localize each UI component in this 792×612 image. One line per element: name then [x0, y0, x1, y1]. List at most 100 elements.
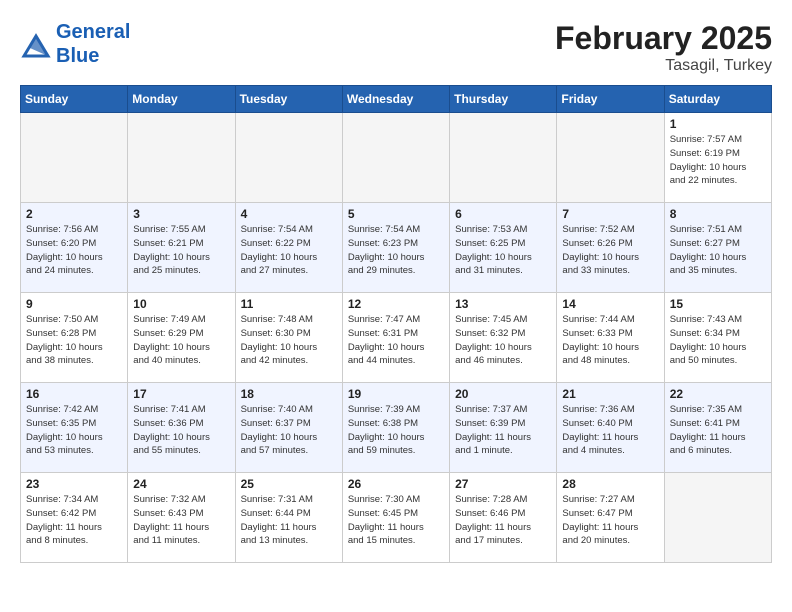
calendar-cell: 12 Sunrise: 7:47 AM Sunset: 6:31 PM Dayli…: [342, 293, 449, 383]
calendar-cell: 11 Sunrise: 7:48 AM Sunset: 6:30 PM Dayli…: [235, 293, 342, 383]
day-number: 27: [455, 477, 551, 491]
calendar-cell: [557, 113, 664, 203]
logo: General Blue: [20, 20, 130, 68]
day-info: Sunrise: 7:48 AM Sunset: 6:30 PM Dayligh…: [241, 313, 337, 368]
day-info: Sunrise: 7:54 AM Sunset: 6:23 PM Dayligh…: [348, 223, 444, 278]
calendar-cell: 28Sunrise: 7:27 AM Sunset: 6:47 PM Dayli…: [557, 473, 664, 563]
calendar-cell: 14 Sunrise: 7:44 AM Sunset: 6:33 PM Dayli…: [557, 293, 664, 383]
day-number: 16: [26, 387, 122, 401]
day-number: 4: [241, 207, 337, 221]
calendar-cell: [21, 113, 128, 203]
day-number: 1: [670, 117, 766, 131]
calendar-table: SundayMondayTuesdayWednesdayThursdayFrid…: [20, 85, 772, 563]
weekday-header: Sunday: [21, 86, 128, 113]
day-number: 17: [133, 387, 229, 401]
day-number: 18: [241, 387, 337, 401]
calendar-cell: [128, 113, 235, 203]
weekday-header: Thursday: [450, 86, 557, 113]
title-block: February 2025 Tasagil, Turkey: [555, 20, 772, 75]
day-number: 15: [670, 297, 766, 311]
weekday-row: SundayMondayTuesdayWednesdayThursdayFrid…: [21, 86, 772, 113]
day-info: Sunrise: 7:28 AM Sunset: 6:46 PM Dayligh…: [455, 493, 551, 548]
day-info: Sunrise: 7:39 AM Sunset: 6:38 PM Dayligh…: [348, 403, 444, 458]
day-info: Sunrise: 7:42 AM Sunset: 6:35 PM Dayligh…: [26, 403, 122, 458]
day-number: 5: [348, 207, 444, 221]
day-number: 25: [241, 477, 337, 491]
day-info: Sunrise: 7:35 AM Sunset: 6:41 PM Dayligh…: [670, 403, 766, 458]
day-info: Sunrise: 7:47 AM Sunset: 6:31 PM Dayligh…: [348, 313, 444, 368]
calendar-cell: 20 Sunrise: 7:37 AM Sunset: 6:39 PM Dayli…: [450, 383, 557, 473]
calendar-cell: 8 Sunrise: 7:51 AM Sunset: 6:27 PM Daylig…: [664, 203, 771, 293]
calendar-cell: 22 Sunrise: 7:35 AM Sunset: 6:41 PM Dayli…: [664, 383, 771, 473]
day-info: Sunrise: 7:49 AM Sunset: 6:29 PM Dayligh…: [133, 313, 229, 368]
calendar-week-row: 16 Sunrise: 7:42 AM Sunset: 6:35 PM Dayli…: [21, 383, 772, 473]
day-number: 20: [455, 387, 551, 401]
day-number: 14: [562, 297, 658, 311]
calendar-cell: 5 Sunrise: 7:54 AM Sunset: 6:23 PM Daylig…: [342, 203, 449, 293]
day-number: 10: [133, 297, 229, 311]
month-title: February 2025: [555, 20, 772, 57]
day-info: Sunrise: 7:45 AM Sunset: 6:32 PM Dayligh…: [455, 313, 551, 368]
weekday-header: Friday: [557, 86, 664, 113]
day-number: 19: [348, 387, 444, 401]
day-info: Sunrise: 7:54 AM Sunset: 6:22 PM Dayligh…: [241, 223, 337, 278]
logo-line1: General: [56, 20, 130, 44]
day-info: Sunrise: 7:56 AM Sunset: 6:20 PM Dayligh…: [26, 223, 122, 278]
calendar-cell: 3 Sunrise: 7:55 AM Sunset: 6:21 PM Daylig…: [128, 203, 235, 293]
day-info: Sunrise: 7:41 AM Sunset: 6:36 PM Dayligh…: [133, 403, 229, 458]
day-number: 7: [562, 207, 658, 221]
logo-icon: [20, 28, 52, 60]
weekday-header: Wednesday: [342, 86, 449, 113]
day-number: 12: [348, 297, 444, 311]
calendar-cell: 19 Sunrise: 7:39 AM Sunset: 6:38 PM Dayli…: [342, 383, 449, 473]
day-number: 3: [133, 207, 229, 221]
day-info: Sunrise: 7:34 AM Sunset: 6:42 PM Dayligh…: [26, 493, 122, 548]
day-number: 13: [455, 297, 551, 311]
calendar-cell: 6 Sunrise: 7:53 AM Sunset: 6:25 PM Daylig…: [450, 203, 557, 293]
location: Tasagil, Turkey: [555, 57, 772, 75]
calendar-week-row: 9Sunrise: 7:50 AM Sunset: 6:28 PM Daylig…: [21, 293, 772, 383]
calendar-cell: 27 Sunrise: 7:28 AM Sunset: 6:46 PM Dayli…: [450, 473, 557, 563]
day-info: Sunrise: 7:32 AM Sunset: 6:43 PM Dayligh…: [133, 493, 229, 548]
day-info: Sunrise: 7:52 AM Sunset: 6:26 PM Dayligh…: [562, 223, 658, 278]
day-info: Sunrise: 7:55 AM Sunset: 6:21 PM Dayligh…: [133, 223, 229, 278]
calendar-body: 1 Sunrise: 7:57 AM Sunset: 6:19 PM Daylig…: [21, 113, 772, 563]
day-info: Sunrise: 7:51 AM Sunset: 6:27 PM Dayligh…: [670, 223, 766, 278]
calendar-cell: 21 Sunrise: 7:36 AM Sunset: 6:40 PM Dayli…: [557, 383, 664, 473]
calendar-cell: [235, 113, 342, 203]
calendar-cell: [664, 473, 771, 563]
calendar-cell: 1 Sunrise: 7:57 AM Sunset: 6:19 PM Daylig…: [664, 113, 771, 203]
day-info: Sunrise: 7:31 AM Sunset: 6:44 PM Dayligh…: [241, 493, 337, 548]
day-info: Sunrise: 7:40 AM Sunset: 6:37 PM Dayligh…: [241, 403, 337, 458]
day-info: Sunrise: 7:53 AM Sunset: 6:25 PM Dayligh…: [455, 223, 551, 278]
calendar-cell: 10 Sunrise: 7:49 AM Sunset: 6:29 PM Dayli…: [128, 293, 235, 383]
calendar-cell: 25 Sunrise: 7:31 AM Sunset: 6:44 PM Dayli…: [235, 473, 342, 563]
calendar-week-row: 1 Sunrise: 7:57 AM Sunset: 6:19 PM Daylig…: [21, 113, 772, 203]
calendar-week-row: 23 Sunrise: 7:34 AM Sunset: 6:42 PM Dayli…: [21, 473, 772, 563]
calendar-cell: 9Sunrise: 7:50 AM Sunset: 6:28 PM Daylig…: [21, 293, 128, 383]
day-number: 6: [455, 207, 551, 221]
day-info: Sunrise: 7:27 AM Sunset: 6:47 PM Dayligh…: [562, 493, 658, 548]
day-number: 21: [562, 387, 658, 401]
day-number: 8: [670, 207, 766, 221]
day-number: 23: [26, 477, 122, 491]
day-number: 11: [241, 297, 337, 311]
calendar-cell: 18 Sunrise: 7:40 AM Sunset: 6:37 PM Dayli…: [235, 383, 342, 473]
weekday-header: Saturday: [664, 86, 771, 113]
day-info: Sunrise: 7:36 AM Sunset: 6:40 PM Dayligh…: [562, 403, 658, 458]
calendar-cell: 23 Sunrise: 7:34 AM Sunset: 6:42 PM Dayli…: [21, 473, 128, 563]
day-info: Sunrise: 7:37 AM Sunset: 6:39 PM Dayligh…: [455, 403, 551, 458]
day-number: 9: [26, 297, 122, 311]
calendar-cell: 13 Sunrise: 7:45 AM Sunset: 6:32 PM Dayli…: [450, 293, 557, 383]
day-number: 22: [670, 387, 766, 401]
day-number: 26: [348, 477, 444, 491]
calendar-week-row: 2 Sunrise: 7:56 AM Sunset: 6:20 PM Daylig…: [21, 203, 772, 293]
day-info: Sunrise: 7:57 AM Sunset: 6:19 PM Dayligh…: [670, 133, 766, 188]
calendar-cell: [450, 113, 557, 203]
calendar-cell: 24Sunrise: 7:32 AM Sunset: 6:43 PM Dayli…: [128, 473, 235, 563]
day-info: Sunrise: 7:44 AM Sunset: 6:33 PM Dayligh…: [562, 313, 658, 368]
page-header: General Blue February 2025 Tasagil, Turk…: [20, 20, 772, 75]
day-number: 2: [26, 207, 122, 221]
calendar-cell: [342, 113, 449, 203]
calendar-header: SundayMondayTuesdayWednesdayThursdayFrid…: [21, 86, 772, 113]
